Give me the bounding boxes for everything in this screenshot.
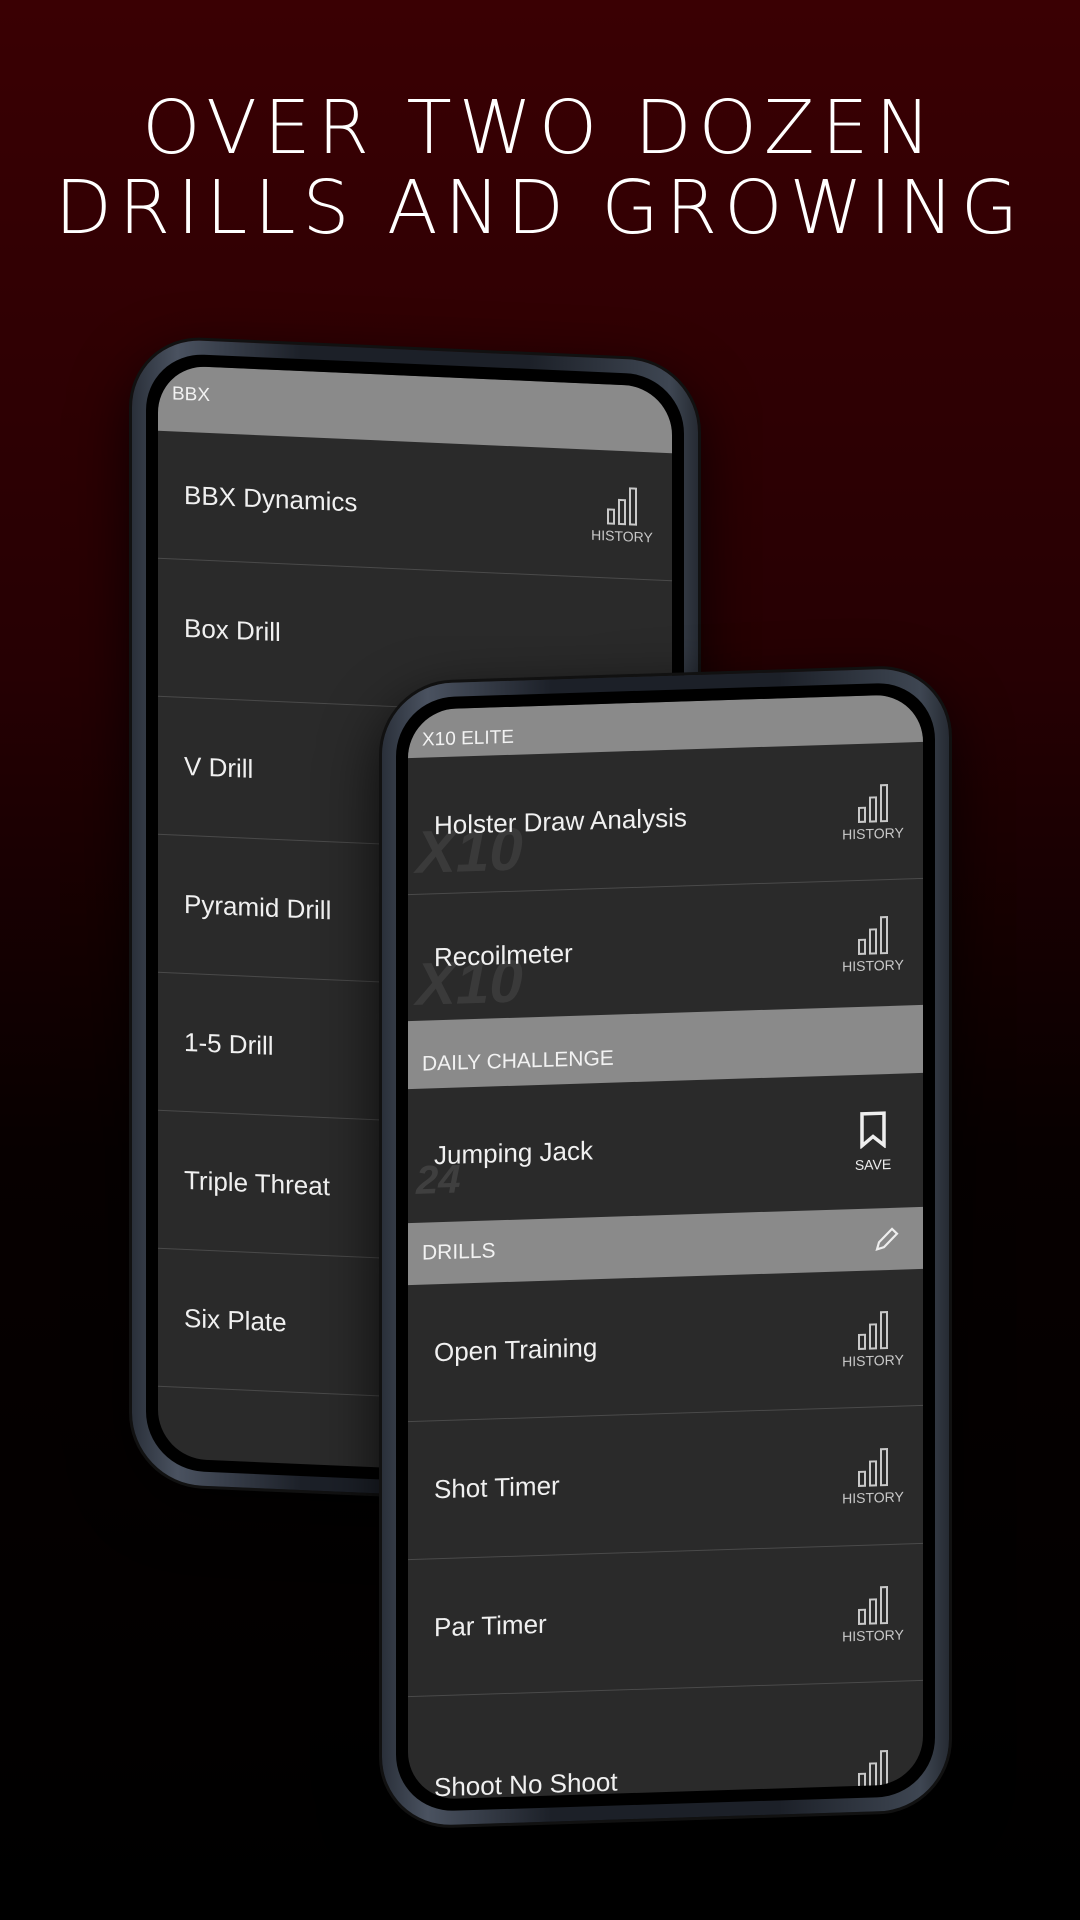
save-button[interactable]: SAVE (843, 1110, 903, 1174)
item-label: 1-5 Drill (184, 1026, 274, 1061)
front-phone: X10 ELITE X10 Holster Draw Analysis HIST… (382, 667, 949, 1827)
bookmark-icon (860, 1111, 886, 1149)
headline-line-1: OVER TWO DOZEN (142, 85, 938, 171)
front-phone-screen: X10 ELITE X10 Holster Draw Analysis HIST… (408, 693, 923, 1801)
history-button[interactable]: HISTORY (842, 1308, 904, 1369)
item-label: Box Drill (184, 612, 281, 648)
24-watermark: 24 (416, 1157, 461, 1203)
bar-chart-icon (858, 914, 888, 955)
item-label: Shoot No Shoot (434, 1766, 618, 1801)
history-button[interactable]: HISTORY (842, 1446, 904, 1507)
bar-chart-icon (858, 1584, 888, 1625)
item-label: Pyramid Drill (184, 888, 332, 926)
list-item[interactable]: X10 Holster Draw Analysis HISTORY (408, 741, 923, 896)
section-title: DAILY CHALLENGE (422, 1046, 614, 1076)
history-button[interactable]: HISTORY (842, 913, 904, 974)
headline-line-2: DRILLS AND GROWING (54, 165, 1026, 251)
history-label: HISTORY (842, 956, 904, 974)
bar-chart-icon (858, 1309, 888, 1350)
item-label: Six Plate (184, 1302, 287, 1338)
item-label: Par Timer (434, 1608, 547, 1642)
x10-watermark: X10 (416, 947, 523, 1018)
list-item[interactable]: X10 Recoilmeter HISTORY (408, 879, 923, 1021)
bar-chart-icon (858, 782, 888, 823)
list-item[interactable]: Par Timer HISTORY (408, 1543, 923, 1698)
history-button[interactable]: HISTORY (842, 1748, 904, 1801)
headline: OVER TWO DOZEN DRILLS AND GROWING (0, 88, 1080, 248)
save-label: SAVE (854, 1155, 892, 1174)
pencil-icon[interactable] (873, 1225, 901, 1254)
item-label: Open Training (434, 1331, 598, 1367)
item-label: Triple Threat (184, 1164, 330, 1202)
history-label: HISTORY (591, 526, 653, 546)
history-button[interactable]: HISTORY (842, 1583, 904, 1644)
list-item[interactable]: BBX Dynamics HISTORY (158, 430, 672, 582)
history-label: HISTORY (842, 1790, 904, 1801)
item-label: V Drill (184, 750, 254, 784)
list-item[interactable]: Shoot No Shoot HISTORY (408, 1680, 923, 1801)
list-item[interactable]: 24 Jumping Jack SAVE (408, 1073, 923, 1223)
bar-chart-icon (607, 484, 637, 526)
history-label: HISTORY (842, 824, 904, 842)
list-item[interactable]: Shot Timer HISTORY (408, 1405, 923, 1561)
list-item[interactable]: Open Training HISTORY (408, 1268, 923, 1423)
section-title: BBX (172, 383, 211, 407)
section-title: X10 ELITE (422, 726, 514, 751)
bar-chart-icon (858, 1446, 888, 1487)
history-button[interactable]: HISTORY (591, 484, 653, 546)
section-title: DRILLS (422, 1239, 496, 1265)
x10-watermark: X10 (416, 815, 523, 886)
history-label: HISTORY (842, 1488, 904, 1507)
history-label: HISTORY (842, 1351, 904, 1369)
item-label: Shot Timer (434, 1470, 560, 1505)
bar-chart-icon (858, 1748, 888, 1789)
item-label: BBX Dynamics (184, 479, 358, 518)
history-label: HISTORY (842, 1626, 904, 1644)
history-button[interactable]: HISTORY (842, 781, 904, 842)
